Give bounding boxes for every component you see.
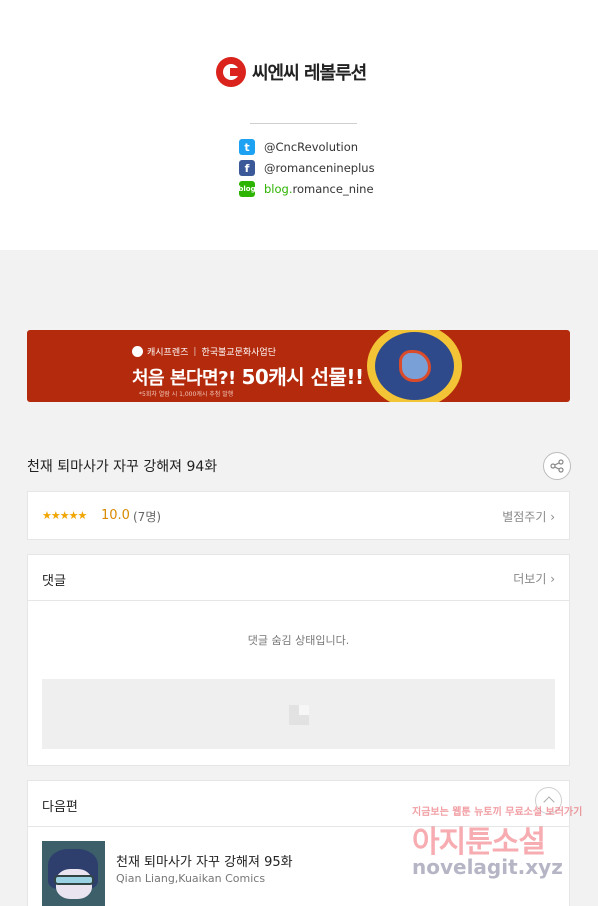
blog-prefix: blog. (264, 182, 293, 196)
share-icon (550, 459, 564, 473)
comments-card: 댓글 더보기 › 댓글 숨김 상태입니다. (27, 554, 570, 766)
blog-handle: romance_nine (292, 182, 374, 196)
twitter-link[interactable]: t @CncRevolution (239, 139, 358, 155)
next-episode-thumbnail[interactable] (42, 841, 105, 906)
ad-placeholder (42, 679, 555, 749)
banner-brand: 캐시프렌즈 | 한국불교문화사업단 (132, 345, 276, 358)
comments-title: 댓글 (42, 574, 66, 589)
watermark: 지금보는 웹툰 뉴토끼 무료소설 보러가기 아지툰소설 novelagit.xy… (410, 803, 583, 903)
facebook-icon: f (239, 160, 255, 176)
publisher-logo[interactable]: 씨엔씨 레볼루션 (216, 57, 367, 87)
twitter-handle: @CncRevolution (264, 140, 359, 154)
rate-button[interactable]: 별점주기 › (502, 508, 555, 525)
comments-more-link[interactable]: 더보기 › (513, 570, 555, 587)
star-rating-icon: ★★★★★ (42, 509, 87, 522)
episode-title: 천재 퇴마사가 자꾸 강해져 94화 (27, 459, 218, 475)
rating-card: ★★★★★ 10.0 (7명) 별점주기 › (27, 491, 570, 540)
banner-note: *5회차 열람 시 1,000캐시 추첨 발행 (139, 391, 234, 398)
rating-score: 10.0 (101, 508, 130, 523)
blog-icon: blog (238, 181, 256, 197)
watermark-line1: 지금보는 웹툰 뉴토끼 무료소설 보러가기 (412, 807, 583, 818)
facebook-link[interactable]: f @romancenineplus (239, 160, 375, 176)
next-episode-author: Qian Liang,Kuaikan Comics (116, 872, 266, 885)
twitter-icon: t (239, 139, 255, 155)
banner-brand-name: 캐시프렌즈 (147, 348, 189, 358)
promo-banner[interactable]: 캐시프렌즈 | 한국불교문화사업단 처음 본다면?! 50캐시 선물!! *5회… (27, 330, 570, 402)
banner-headline: 처음 본다면?! 50캐시 선물!! (132, 361, 364, 390)
placeholder-icon (289, 705, 309, 725)
divider (28, 600, 569, 601)
divider (250, 123, 357, 124)
cash-friends-icon (132, 346, 143, 357)
blog-link[interactable]: blog blog. romance_nine (238, 181, 374, 197)
banner-headline-bold: 50캐시 선물!! (241, 365, 365, 389)
next-episode-title[interactable]: 천재 퇴마사가 자꾸 강해져 95화 (116, 851, 293, 870)
comments-hidden-text: 댓글 숨김 상태입니다. (247, 634, 350, 647)
share-button[interactable] (543, 452, 571, 480)
cnc-logo-icon (216, 57, 246, 87)
banner-dragon-image (367, 330, 462, 402)
watermark-line3: novelagit.xyz (412, 855, 563, 879)
banner-partner: 한국불교문화사업단 (201, 348, 276, 358)
banner-headline-prefix: 처음 본다면?! (132, 368, 236, 389)
rating-count: (7명) (133, 510, 162, 524)
publisher-header: 씨엔씨 레볼루션 t @CncRevolution f @romancenine… (0, 0, 598, 250)
facebook-handle: @romancenineplus (264, 161, 375, 175)
next-episode-section-title: 다음편 (42, 800, 78, 815)
logo-text: 씨엔씨 레볼루션 (252, 63, 367, 84)
